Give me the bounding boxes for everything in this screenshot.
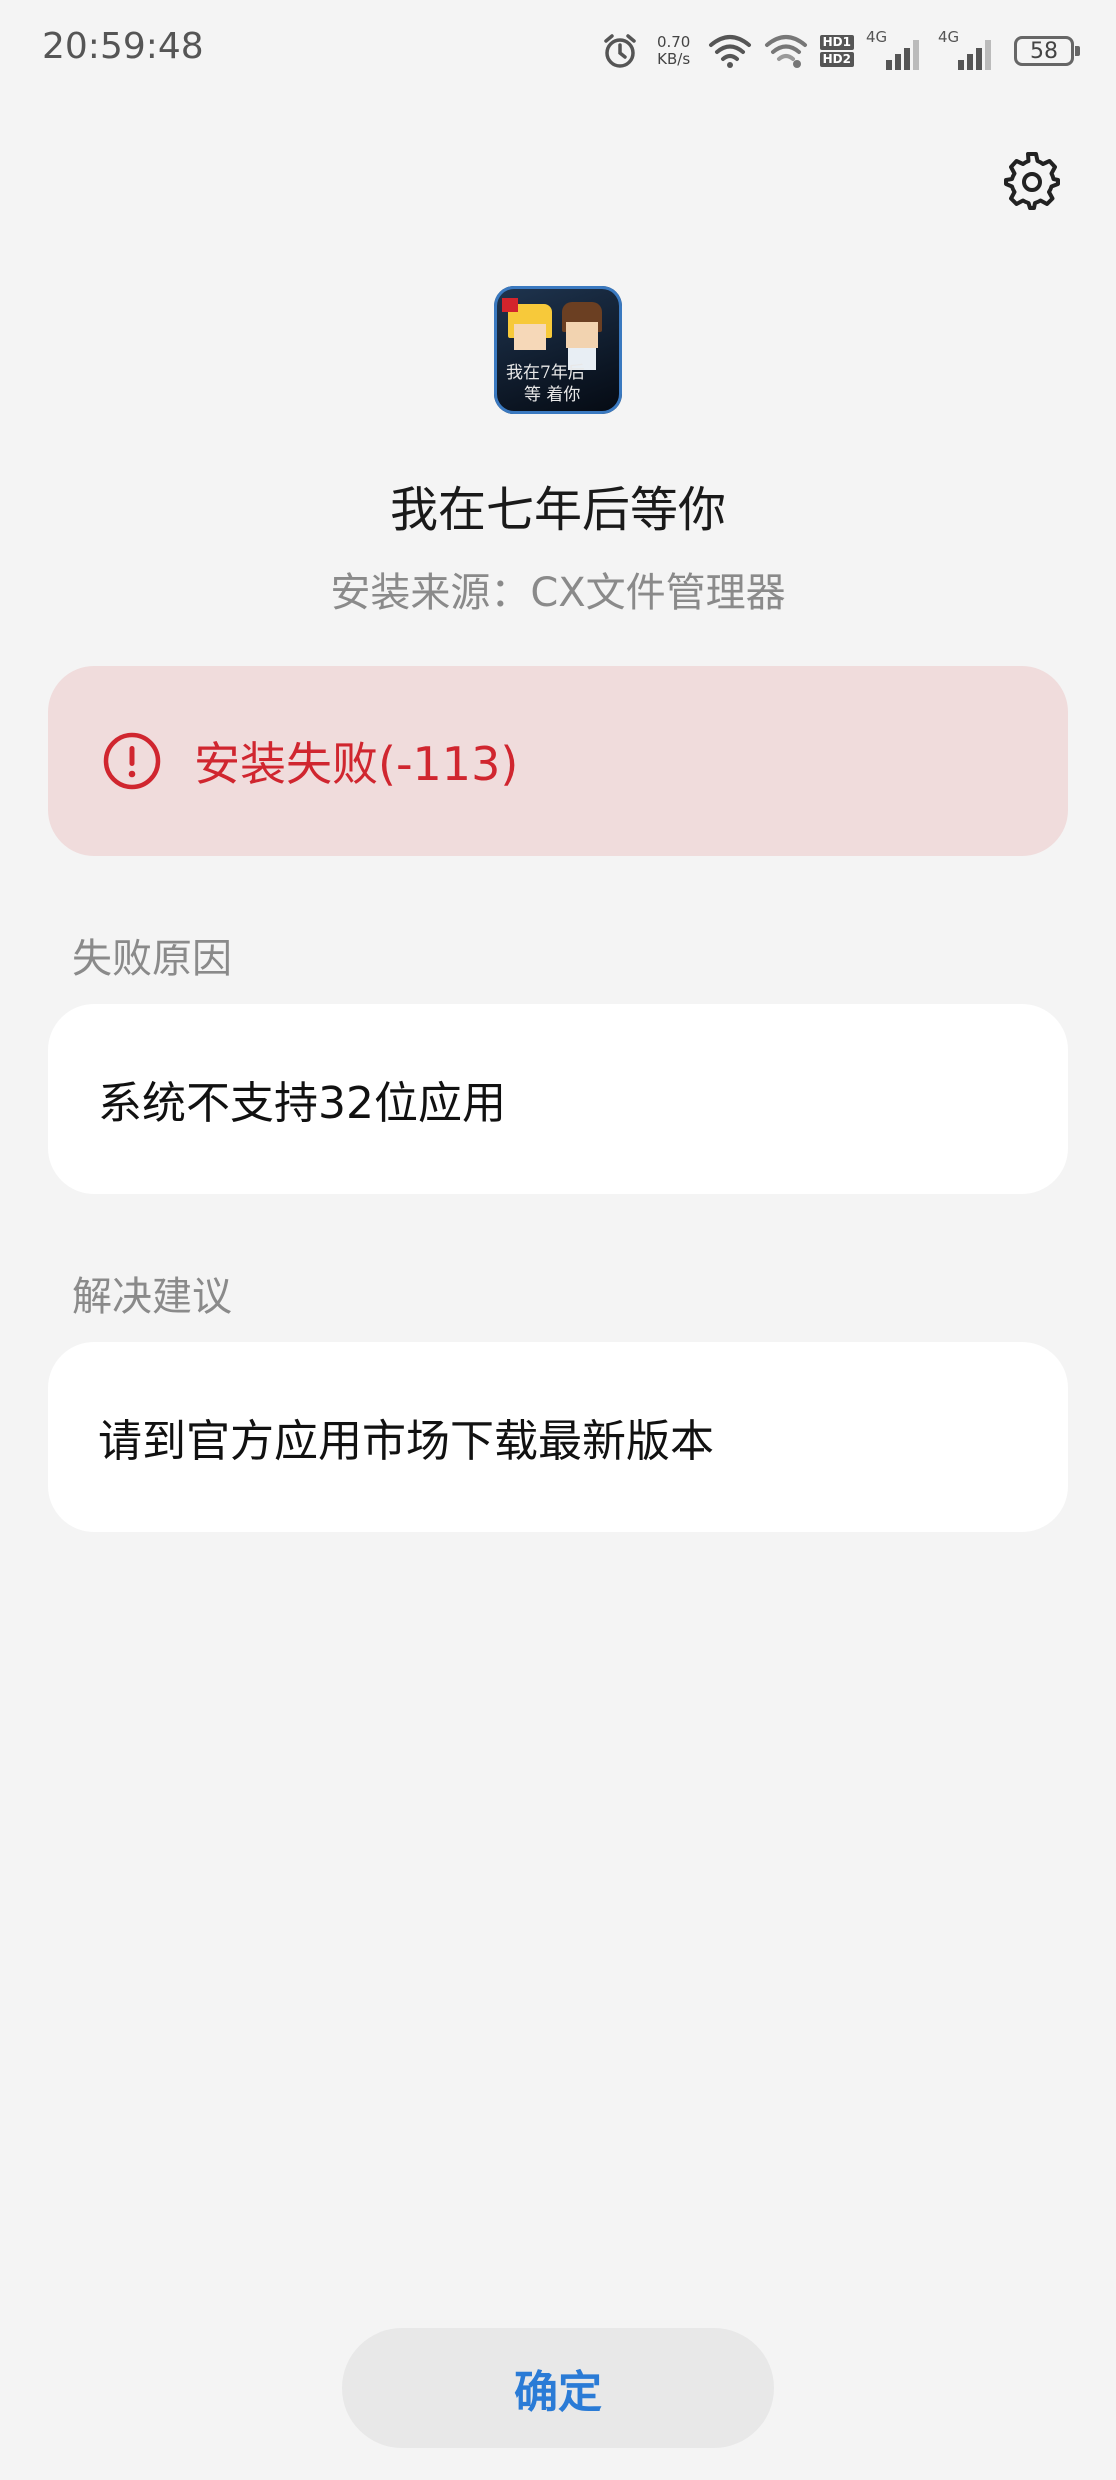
app-name: 我在七年后等你 (389, 482, 726, 538)
alarm-icon (600, 31, 640, 71)
gear-icon (1002, 150, 1062, 214)
hd2-label: HD2 (819, 52, 854, 67)
status-time: 20:59:48 (42, 26, 204, 67)
install-result-screen: 20:59:48 0.70 KB/s HD1 HD2 4G 4G 58 我在7年… (0, 0, 1116, 2480)
wifi-icon (708, 33, 752, 69)
app-icon-text-line1: 我在7年后 (506, 363, 585, 383)
status-icons: 0.70 KB/s HD1 HD2 4G 4G 58 (600, 24, 1080, 78)
sim2-signal-icon: 4G (938, 28, 998, 74)
hd-voice-badge: HD1 HD2 (819, 35, 854, 67)
wifi-secondary-icon (764, 33, 808, 69)
failure-reason-text: 系统不支持32位应用 (98, 1078, 506, 1129)
confirm-button[interactable]: 确定 (342, 2328, 774, 2448)
failure-reason-label: 失败原因 (72, 936, 232, 982)
network-speed: 0.70 KB/s (652, 34, 696, 68)
failure-reason-card: 系统不支持32位应用 (48, 1004, 1068, 1194)
settings-button[interactable] (1000, 150, 1064, 214)
alert-circle-icon (102, 731, 162, 791)
install-source: 安装来源：CX文件管理器 (330, 570, 786, 616)
install-error-banner: 安装失败(-113) (48, 666, 1068, 856)
app-icon: 我在7年后 等 着你 (494, 286, 622, 414)
suggestion-card: 请到官方应用市场下载最新版本 (48, 1342, 1068, 1532)
status-bar: 20:59:48 0.70 KB/s HD1 HD2 4G 4G 58 (0, 0, 1116, 100)
suggestion-label: 解决建议 (72, 1274, 232, 1320)
hd1-label: HD1 (819, 35, 854, 50)
sim1-signal-icon: 4G (866, 28, 926, 74)
battery-icon: 58 (1014, 36, 1080, 66)
network-speed-unit: KB/s (657, 50, 691, 68)
battery-level: 58 (1030, 38, 1058, 64)
network-speed-value: 0.70 (656, 33, 691, 51)
app-icon-text: 我在7年后 等 着你 (506, 362, 616, 406)
suggestion-text: 请到官方应用市场下载最新版本 (98, 1416, 714, 1467)
app-icon-text-line2: 等 着你 (524, 385, 581, 405)
install-error-message: 安装失败(-113) (194, 737, 519, 791)
